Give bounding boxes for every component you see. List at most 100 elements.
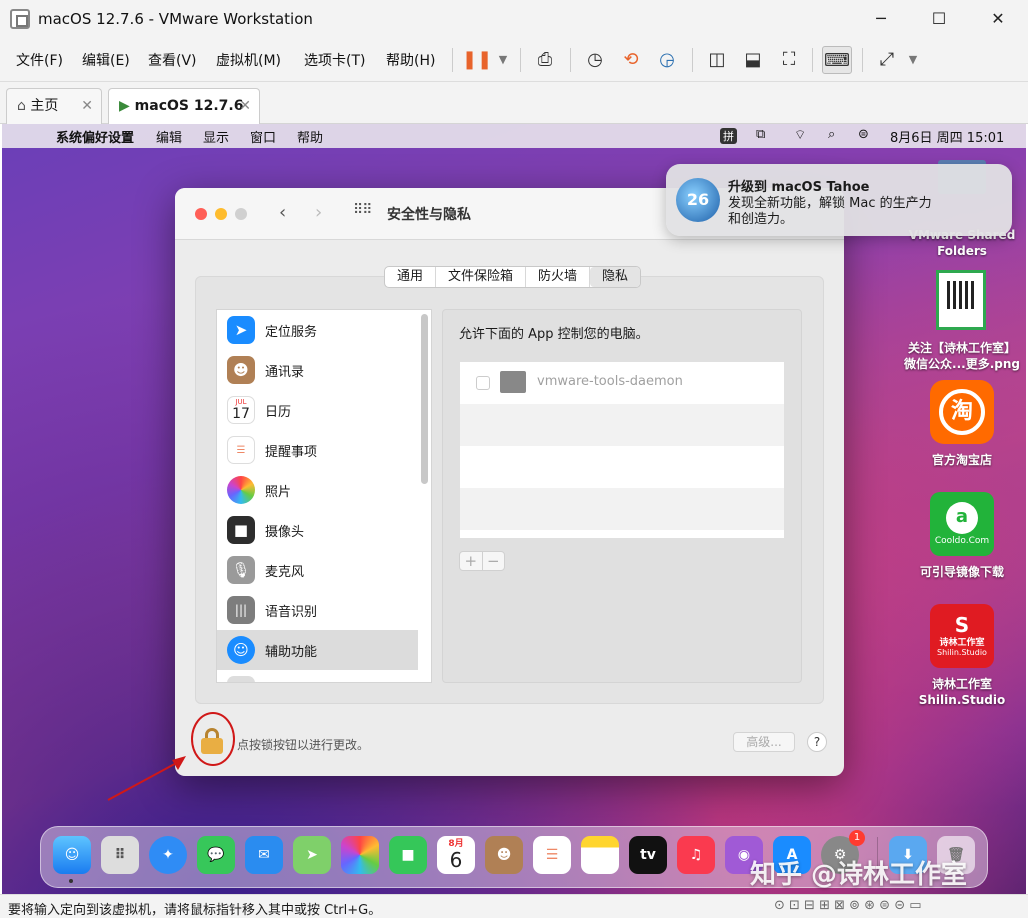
help-button[interactable]: ? [807, 732, 827, 752]
list-item-camera[interactable]: ■ 摄像头 [217, 510, 418, 550]
wifi-icon[interactable]: ⌔ [794, 127, 806, 143]
list-item-speech[interactable]: ||| 语音识别 [217, 590, 418, 630]
tab-bar: ⌂ 主页 ✕ ▶ macOS 12.7.6 ✕ [0, 82, 1028, 125]
mac-menu-edit[interactable]: 编辑 [156, 127, 182, 146]
notes-icon[interactable] [581, 836, 619, 874]
revert-snapshot-icon[interactable]: ⟲ [616, 46, 646, 74]
list-item-location[interactable]: ➤ 定位服务 [217, 310, 418, 350]
menu-view[interactable]: 查看(V) [148, 50, 197, 70]
thumbnail-view-icon[interactable]: ⬓ [738, 46, 768, 74]
tab-filevault[interactable]: 文件保险箱 [436, 267, 527, 287]
send-ctrl-alt-del-icon[interactable]: ⎙ [530, 46, 560, 74]
app-checkbox[interactable] [476, 376, 490, 390]
add-app-button[interactable]: + [460, 552, 483, 570]
shilin-studio-icon[interactable]: S 诗林工作室 Shilin.Studio [930, 604, 994, 668]
contacts-icon[interactable]: ☻ [485, 836, 523, 874]
table-row[interactable]: vmware-tools-daemon [460, 362, 784, 404]
menu-edit[interactable]: 编辑(E) [82, 50, 130, 70]
launchpad-icon[interactable]: ⠿ [101, 836, 139, 874]
mac-menu-app[interactable]: 系统偏好设置 [56, 127, 134, 146]
menu-help[interactable]: 帮助(H) [386, 50, 435, 70]
desktop-label-cooldo[interactable]: 可引导镜像下载 [902, 564, 1022, 580]
finder-icon[interactable]: ☺ [53, 836, 91, 874]
music-icon[interactable]: ♫ [677, 836, 715, 874]
control-center-icon[interactable]: ⊜ [858, 127, 869, 142]
list-item-partial[interactable] [217, 670, 418, 682]
desktop-label-shilin1[interactable]: 诗林工作室 [902, 676, 1022, 692]
mail-icon[interactable]: ✉ [245, 836, 283, 874]
maximize-button[interactable]: ☐ [916, 4, 962, 34]
device-icons[interactable]: ⊙ ⊡ ⊟ ⊞ ⊠ ⊚ ⊛ ⊜ ⊝ ▭ [774, 898, 922, 913]
list-item-photos[interactable]: 照片 [217, 470, 418, 510]
status-bar: 要将输入定向到该虚拟机，请将鼠标指针移入其中或按 Ctrl+G。 ⊙ ⊡ ⊟ ⊞… [0, 894, 1028, 918]
tab-close-icon[interactable]: ✕ [239, 89, 251, 123]
list-item-label: 日历 [265, 404, 292, 420]
upgrade-notification[interactable]: 26 升级到 macOS Tahoe 发现全新功能，解锁 Mac 的生产力 和创… [666, 164, 1012, 236]
taobao-icon[interactable]: 淘 [930, 380, 994, 444]
show-all-grid-icon[interactable]: ⠿⠿ [353, 202, 372, 218]
photos-icon[interactable] [341, 836, 379, 874]
desktop-label-qr2[interactable]: 微信公众...更多.png [902, 356, 1022, 372]
annotation-arrow [107, 756, 186, 801]
security-privacy-window: ‹ › ⠿⠿ 安全性与隐私 通用 文件保险箱 防火墙 隐私 ➤ 定位服务 ☻ 通… [175, 188, 844, 776]
chevron-down-icon[interactable]: ▼ [488, 46, 518, 74]
qr-code-icon[interactable] [936, 270, 986, 330]
minimize-window-button[interactable] [215, 208, 227, 220]
privacy-category-list[interactable]: ➤ 定位服务 ☻ 通讯录 JUL 17 日历 ☰ 提醒事项 照片 ■ 摄像头 🎙… [216, 309, 432, 683]
apple-tv-icon[interactable]: tv [629, 836, 667, 874]
calendar-day: 17 [232, 406, 250, 422]
reminders-icon[interactable]: ☰ [533, 836, 571, 874]
mac-menu-window[interactable]: 窗口 [250, 127, 276, 146]
desktop-label-shilin2[interactable]: Shilin.Studio [902, 692, 1022, 708]
library-view-icon[interactable]: ◫ [702, 46, 732, 74]
desktop-label-taobao[interactable]: 官方淘宝店 [902, 452, 1022, 468]
calendar-dock-icon[interactable]: 8月 6 [437, 836, 475, 874]
list-item-calendar[interactable]: JUL 17 日历 [217, 390, 418, 430]
shilin-sub2: Shilin.Studio [937, 648, 987, 657]
list-item-microphone[interactable]: 🎙 麦克风 [217, 550, 418, 590]
console-icon[interactable]: ⌨ [822, 46, 852, 74]
advanced-button[interactable]: 高级... [733, 732, 795, 752]
tab-home[interactable]: ⌂ 主页 ✕ [6, 88, 102, 124]
tab-macos[interactable]: ▶ macOS 12.7.6 ✕ [108, 88, 260, 125]
minimize-button[interactable]: ─ [858, 4, 904, 34]
menu-vm[interactable]: 虚拟机(M) [216, 50, 281, 70]
zoom-window-button[interactable] [235, 208, 247, 220]
list-item-contacts[interactable]: ☻ 通讯录 [217, 350, 418, 390]
chevron-down-icon[interactable]: ▼ [898, 46, 928, 74]
lock-hint: 点按锁按钮以进行更改。 [237, 738, 370, 752]
list-item-accessibility[interactable]: ☺ 辅助功能 [217, 630, 418, 670]
messages-icon[interactable]: 💬 [197, 836, 235, 874]
safari-icon[interactable]: ✦ [149, 836, 187, 874]
calendar-icon: JUL 17 [227, 396, 255, 424]
remove-app-button[interactable]: − [483, 552, 505, 570]
close-button[interactable]: ✕ [975, 4, 1021, 34]
cooldo-icon[interactable]: a Cooldo.Com [930, 492, 994, 556]
snapshot-icon[interactable]: ◷ [580, 46, 610, 74]
mac-menu-view[interactable]: 显示 [203, 127, 229, 146]
snapshot-manager-icon[interactable]: ◶ [652, 46, 682, 74]
photos-icon [227, 476, 255, 504]
list-scrollbar[interactable] [421, 314, 428, 484]
tab-general[interactable]: 通用 [385, 267, 437, 287]
input-method-icon[interactable]: 拼 [720, 128, 737, 144]
maps-icon[interactable]: ➤ [293, 836, 331, 874]
vm-screen[interactable]: 系统偏好设置 编辑 显示 窗口 帮助 拼 ⧉ ⌔ ⌕ ⊜ 8月6日 周四 15:… [2, 124, 1026, 894]
divider [812, 48, 813, 72]
desktop-label-qr1[interactable]: 关注【诗林工作室】 [902, 340, 1022, 356]
screen-mirroring-icon[interactable]: ⧉ [756, 127, 765, 142]
spotlight-icon[interactable]: ⌕ [828, 127, 835, 142]
list-item-reminders[interactable]: ☰ 提醒事项 [217, 430, 418, 470]
menu-file[interactable]: 文件(F) [16, 50, 63, 70]
tab-privacy[interactable]: 隐私 [590, 267, 641, 287]
mac-menu-help[interactable]: 帮助 [297, 127, 323, 146]
tab-firewall[interactable]: 防火墙 [526, 267, 591, 287]
menu-clock[interactable]: 8月6日 周四 15:01 [890, 127, 1004, 146]
back-icon[interactable]: ‹ [279, 202, 286, 223]
tab-close-icon[interactable]: ✕ [81, 89, 93, 123]
close-window-button[interactable] [195, 208, 207, 220]
facetime-icon[interactable]: ■ [389, 836, 427, 874]
full-screen-icon[interactable]: ⛶ [774, 46, 804, 74]
forward-icon[interactable]: › [315, 202, 322, 223]
menu-tabs[interactable]: 选项卡(T) [304, 50, 365, 70]
